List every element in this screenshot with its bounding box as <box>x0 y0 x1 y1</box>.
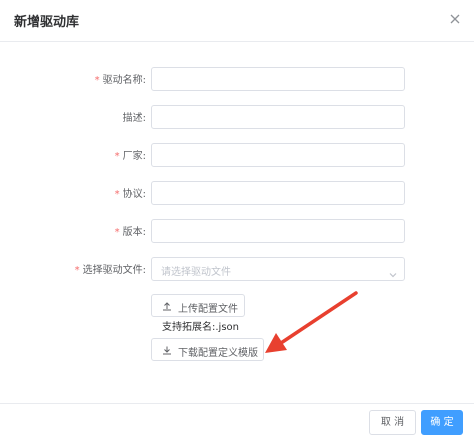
required-mark: * <box>74 265 80 276</box>
upload-config-button[interactable]: 上传配置文件 <box>151 294 245 317</box>
driver-file-select[interactable]: 请选择驱动文件 <box>151 257 405 281</box>
form-row-description: 描述: <box>0 105 474 129</box>
manufacturer-input[interactable] <box>151 143 405 167</box>
driver-file-label: * 选择驱动文件: <box>74 265 146 276</box>
form-row-driver-file: * 选择驱动文件: 请选择驱动文件 <box>0 257 474 281</box>
download-template-button[interactable]: 下载配置定义模版 <box>151 338 264 361</box>
download-icon <box>162 345 172 355</box>
description-input[interactable] <box>151 105 405 129</box>
version-label: * 版本: <box>114 227 146 238</box>
form-row-driver-name: * 驱动名称: <box>0 67 474 91</box>
upload-icon <box>162 301 172 311</box>
cancel-button[interactable]: 取 消 <box>369 410 416 435</box>
dialog-header: 新增驱动库 <box>0 0 474 42</box>
protocol-input[interactable] <box>151 181 405 205</box>
download-template-label: 下载配置定义模版 <box>178 348 258 359</box>
version-input[interactable] <box>151 219 405 243</box>
manufacturer-label: * 厂家: <box>114 151 146 162</box>
form-row-protocol: * 协议: <box>0 181 474 205</box>
form-row-manufacturer: * 厂家: <box>0 143 474 167</box>
driver-name-input[interactable] <box>151 67 405 91</box>
required-mark: * <box>94 75 100 86</box>
required-mark: * <box>114 189 120 200</box>
dialog-title: 新增驱动库 <box>14 15 80 30</box>
protocol-label: * 协议: <box>114 189 146 200</box>
chevron-down-icon <box>388 265 398 278</box>
driver-name-label: * 驱动名称: <box>94 75 146 86</box>
upload-hint: 支持拓展名:.json <box>162 322 239 333</box>
driver-file-placeholder: 请选择驱动文件 <box>161 267 231 278</box>
upload-config-label: 上传配置文件 <box>178 304 238 315</box>
description-label: 描述: <box>122 113 146 124</box>
close-icon[interactable] <box>447 11 463 27</box>
required-mark: * <box>114 227 120 238</box>
form-row-version: * 版本: <box>0 219 474 243</box>
required-mark: * <box>114 151 120 162</box>
confirm-button[interactable]: 确 定 <box>421 410 463 435</box>
